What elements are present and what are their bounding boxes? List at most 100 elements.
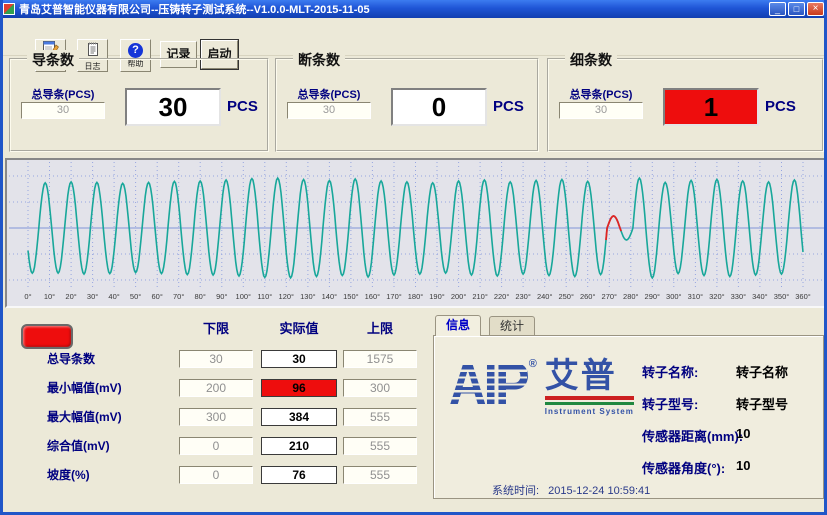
pcs-unit-label: PCS: [765, 98, 796, 115]
svg-text:200°: 200°: [451, 292, 467, 301]
sensor-distance-value: 10: [736, 426, 750, 441]
limits-header-upper: 上限: [343, 318, 417, 337]
rotor-model-value: 转子型号: [736, 394, 788, 413]
info-tab-body: AIP ® 艾普 Instrument System 转子名称: 转子名称 转子…: [433, 335, 824, 499]
svg-text:350°: 350°: [774, 292, 790, 301]
waveform-chart: 0°10°20°30°40°50°60°70°80°90°100°110°120…: [5, 158, 827, 308]
limit-lower-field: 200: [179, 379, 253, 397]
total-bars-label: 总导条(PCS): [559, 86, 643, 102]
limit-lower-field: 0: [179, 466, 253, 484]
svg-text:150°: 150°: [343, 292, 359, 301]
limit-lower-field: 300: [179, 408, 253, 426]
limit-lower-field: 0: [179, 437, 253, 455]
title-bar: 青岛艾普智能仪器有限公司--压铸转子测试系统--V1.0.0-MLT-2015-…: [0, 0, 827, 18]
window-title: 青岛艾普智能仪器有限公司--压铸转子测试系统--V1.0.0-MLT-2015-…: [19, 1, 767, 17]
minimize-button[interactable]: _: [769, 2, 786, 16]
groupbox-broken-count: 断条数 总导条(PCS) 30 0 PCS: [275, 58, 539, 152]
system-time-label: 系统时间:: [492, 485, 539, 497]
limit-actual-field: 30: [261, 350, 337, 368]
sensor-angle-label: 传感器角度(°):: [642, 458, 725, 477]
bar-count-display: 30: [125, 88, 221, 126]
limits-header-actual: 实际值: [261, 318, 337, 337]
svg-text:80°: 80°: [195, 292, 206, 301]
alarm-indicator: [21, 324, 73, 349]
sensor-distance-field: 传感器距离(mm): 10: [434, 426, 823, 444]
toolbar: 设置 日志 ? 帮助 记录 启动: [3, 18, 824, 56]
limit-row: 最小幅值(mV)20096300: [3, 379, 433, 399]
limit-upper-field: 555: [343, 437, 417, 455]
svg-text:280°: 280°: [623, 292, 639, 301]
sensor-angle-field: 传感器角度(°): 10: [434, 458, 823, 476]
svg-text:10°: 10°: [44, 292, 55, 301]
svg-text:60°: 60°: [152, 292, 163, 301]
svg-text:320°: 320°: [709, 292, 725, 301]
svg-text:0°: 0°: [24, 292, 31, 301]
rotor-name-label: 转子名称:: [642, 362, 698, 381]
svg-text:40°: 40°: [108, 292, 119, 301]
svg-text:230°: 230°: [515, 292, 531, 301]
total-bars-input[interactable]: 30: [559, 102, 643, 119]
limit-row-label: 总导条数: [47, 350, 177, 368]
info-tab-panel: 信息 统计 AIP ® 艾普 Instrument System 转子名称: 转…: [433, 315, 824, 499]
svg-text:170°: 170°: [386, 292, 402, 301]
svg-text:20°: 20°: [65, 292, 76, 301]
limit-actual-field: 76: [261, 466, 337, 484]
svg-text:290°: 290°: [645, 292, 661, 301]
thin-count-display: 1: [663, 88, 759, 126]
groupbox-title: 导条数: [27, 50, 79, 70]
tab-info[interactable]: 信息: [435, 315, 481, 336]
svg-text:50°: 50°: [130, 292, 141, 301]
limit-row-label: 最小幅值(mV): [47, 379, 177, 397]
limit-upper-field: 555: [343, 466, 417, 484]
groupbox-bar-count: 导条数 总导条(PCS) 30 30 PCS: [9, 58, 269, 152]
svg-text:100°: 100°: [236, 292, 252, 301]
limit-row: 最大幅值(mV)300384555: [3, 408, 433, 428]
svg-text:260°: 260°: [580, 292, 596, 301]
app-icon: [3, 3, 15, 15]
limit-actual-field: 384: [261, 408, 337, 426]
svg-text:160°: 160°: [365, 292, 381, 301]
svg-text:340°: 340°: [752, 292, 768, 301]
sensor-angle-value: 10: [736, 458, 750, 473]
pcs-unit-label: PCS: [227, 98, 258, 115]
limit-row: 坡度(%)0 76 555: [3, 466, 433, 486]
close-button[interactable]: ×: [807, 2, 824, 16]
limit-lower-field: 30: [179, 350, 253, 368]
help-icon: ?: [128, 43, 143, 58]
groupbox-title: 细条数: [565, 50, 617, 70]
svg-text:270°: 270°: [602, 292, 618, 301]
limit-row-label: 坡度(%): [47, 466, 177, 484]
waveform-svg: 0°10°20°30°40°50°60°70°80°90°100°110°120…: [7, 160, 826, 306]
limit-row-label: 最大幅值(mV): [47, 408, 177, 426]
rotor-name-field: 转子名称: 转子名称: [434, 362, 823, 380]
system-time: 系统时间: 2015-12-24 10:59:41: [492, 482, 650, 498]
groupbox-title: 断条数: [293, 50, 345, 70]
groupbox-thin-count: 细条数 总导条(PCS) 30 1 PCS: [547, 58, 824, 152]
svg-text:130°: 130°: [300, 292, 316, 301]
svg-text:70°: 70°: [173, 292, 184, 301]
svg-text:90°: 90°: [216, 292, 227, 301]
svg-text:310°: 310°: [688, 292, 704, 301]
svg-text:30°: 30°: [87, 292, 98, 301]
restore-button[interactable]: □: [788, 2, 805, 16]
svg-text:190°: 190°: [429, 292, 445, 301]
svg-text:240°: 240°: [537, 292, 553, 301]
limit-row-label: 综合值(mV): [47, 437, 177, 455]
svg-text:140°: 140°: [322, 292, 338, 301]
svg-text:300°: 300°: [666, 292, 682, 301]
rotor-model-field: 转子型号: 转子型号: [434, 394, 823, 412]
limits-header-lower: 下限: [179, 318, 253, 337]
tab-statistics[interactable]: 统计: [489, 316, 535, 335]
svg-text:330°: 330°: [731, 292, 747, 301]
svg-text:180°: 180°: [408, 292, 424, 301]
total-bars-label: 总导条(PCS): [287, 86, 371, 102]
broken-count-display: 0: [391, 88, 487, 126]
app-window: 青岛艾普智能仪器有限公司--压铸转子测试系统--V1.0.0-MLT-2015-…: [0, 0, 827, 515]
limit-upper-field: 1575: [343, 350, 417, 368]
limit-actual-field: 96: [261, 379, 337, 397]
svg-text:220°: 220°: [494, 292, 510, 301]
pcs-unit-label: PCS: [493, 98, 524, 115]
total-bars-input[interactable]: 30: [287, 102, 371, 119]
total-bars-input[interactable]: 30: [21, 102, 105, 119]
system-time-value: 2015-12-24 10:59:41: [548, 485, 650, 497]
